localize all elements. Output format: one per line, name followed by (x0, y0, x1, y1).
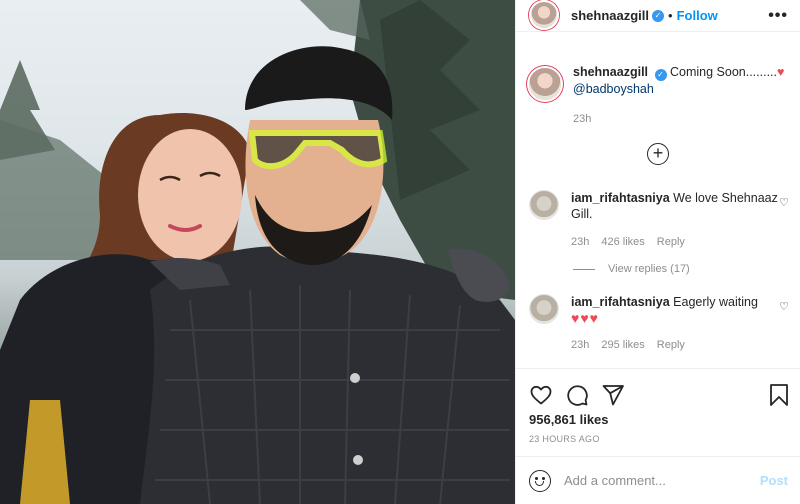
bookmark-icon[interactable] (769, 383, 789, 407)
author-block: shehnaazgill ✓ • Follow (571, 8, 718, 23)
emoji-icon[interactable] (529, 469, 551, 492)
add-comment-input[interactable] (564, 473, 760, 488)
heart-icon[interactable] (529, 383, 553, 407)
caption-mention[interactable]: @badboyshah (573, 82, 654, 96)
comment-body: iam_rifahtasniya We love Shehnaaz Gill. … (571, 190, 789, 250)
instagram-post: shehnaazgill ✓ • Follow ••• shehnaazgill… (0, 0, 800, 504)
caption-text: Coming Soon......... (670, 65, 777, 79)
red-hearts-emoji: ♥♥♥ (571, 310, 599, 326)
verified-badge-icon: ✓ (654, 69, 667, 81)
comment-icon[interactable] (565, 383, 589, 407)
comment-username[interactable]: iam_rifahtasniya (571, 191, 670, 205)
caption-username[interactable]: shehnaazgill (573, 65, 648, 79)
reply-button[interactable]: Reply (657, 337, 685, 353)
comments-area[interactable]: shehnaazgill ✓ Coming Soon.........♥ @ba… (516, 48, 800, 368)
verified-badge-icon: ✓ (652, 9, 665, 22)
caption-body: shehnaazgill ✓ Coming Soon.........♥ @ba… (573, 64, 789, 127)
view-replies-label: View replies (17) (608, 263, 690, 275)
commenter-avatar[interactable] (529, 190, 559, 220)
reply-button[interactable]: Reply (657, 234, 685, 250)
post-photo[interactable] (0, 0, 515, 504)
comment-meta: 23h 426 likes Reply (571, 234, 789, 250)
action-icons (529, 383, 788, 407)
add-comment-bar: Post (516, 456, 800, 504)
caption: shehnaazgill ✓ Coming Soon.........♥ @ba… (529, 64, 789, 127)
view-replies-line (573, 268, 595, 270)
commenter-avatar[interactable] (529, 294, 559, 324)
author-username[interactable]: shehnaazgill (571, 8, 649, 23)
post-side-panel: shehnaazgill ✓ • Follow ••• shehnaazgill… (515, 0, 800, 504)
likes-count[interactable]: 956,861 likes (529, 412, 609, 427)
post-photo-illustration (0, 0, 515, 504)
caption-meta: 23h (573, 111, 789, 127)
comment-likes[interactable]: 295 likes (601, 337, 644, 353)
comment-body: iam_rifahtasniya Eagerly waiting ♥♥♥ 23h… (571, 294, 789, 353)
comment-text: Eagerly waiting (673, 295, 758, 309)
author-avatar[interactable] (529, 0, 559, 30)
more-options-icon[interactable]: ••• (768, 7, 788, 25)
comment-time[interactable]: 23h (571, 234, 589, 250)
post-button[interactable]: Post (760, 473, 788, 488)
comment-time[interactable]: 23h (571, 337, 589, 353)
posted-time[interactable]: 23 HOURS AGO (529, 434, 600, 444)
comment-item: iam_rifahtasniya We love Shehnaaz Gill. … (529, 190, 789, 250)
post-header: shehnaazgill ✓ • Follow ••• (516, 0, 800, 32)
comment-likes[interactable]: 426 likes (601, 234, 644, 250)
follow-button[interactable]: Follow (677, 8, 718, 23)
red-heart-icon: ♥ (777, 65, 785, 79)
comment-item: iam_rifahtasniya Eagerly waiting ♥♥♥ 23h… (529, 294, 789, 353)
plus-circle-icon[interactable]: + (647, 143, 669, 165)
separator-dot: • (668, 8, 673, 23)
comment-meta: 23h 295 likes Reply (571, 337, 789, 353)
caption-avatar[interactable] (529, 68, 561, 100)
view-replies-button[interactable]: View replies (17) (573, 263, 690, 275)
comment-like-heart-icon[interactable]: ♡ (779, 300, 789, 313)
comment-like-heart-icon[interactable]: ♡ (779, 196, 789, 209)
comment-username[interactable]: iam_rifahtasniya (571, 295, 670, 309)
caption-time[interactable]: 23h (573, 111, 591, 127)
paper-plane-icon[interactable] (601, 383, 625, 407)
